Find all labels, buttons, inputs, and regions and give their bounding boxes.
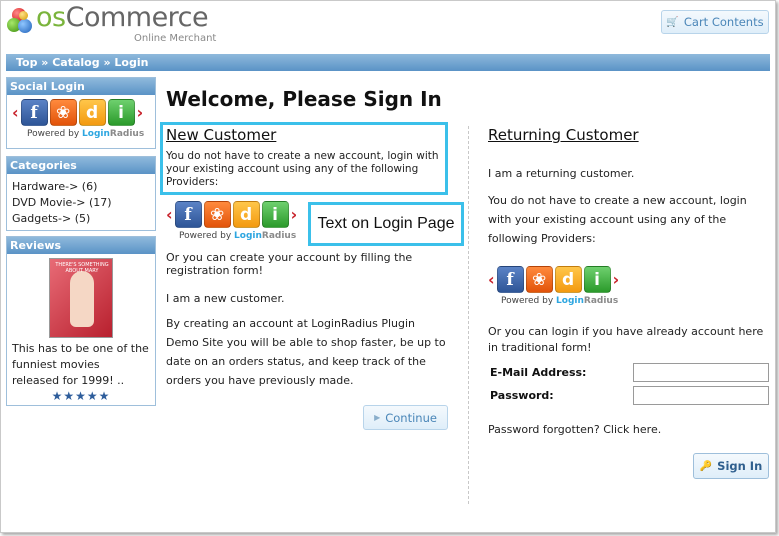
social-login-box: Social Login ‹ f ❀ d i › Powered by Logi… <box>6 77 156 149</box>
next-arrow-icon[interactable]: › <box>291 206 298 223</box>
continue-label: Continue <box>385 410 437 425</box>
categories-title: Categories <box>7 157 155 174</box>
new-customer-section: New Customer You do not have to create a… <box>166 126 456 390</box>
facebook-icon[interactable]: f <box>20 99 48 126</box>
review-image-text: THERE'S SOMETHING ABOUT MARY <box>55 262 109 274</box>
disqus-icon[interactable]: d <box>232 201 260 228</box>
traditional-login-text: Or you can login if you have already acc… <box>488 325 764 354</box>
account-benefits-text: By creating an account at LoginRadius Pl… <box>166 317 446 387</box>
cart-icon: 🛒 <box>666 16 679 28</box>
returning-customer-providers: ‹ f ❀ d i › <box>488 266 773 293</box>
reviews-title: Reviews <box>7 237 155 254</box>
review-text[interactable]: This has to be one of the funniest movie… <box>7 338 155 389</box>
breadcrumb[interactable]: Top » Catalog » Login <box>6 54 770 71</box>
next-arrow-icon[interactable]: › <box>137 104 144 121</box>
password-forgotten-link[interactable]: Password forgotten? Click here. <box>488 420 773 439</box>
create-account-text: Or you can create your account by fillin… <box>166 251 413 277</box>
facebook-icon[interactable]: f <box>174 201 202 228</box>
password-field[interactable] <box>633 386 769 405</box>
disqus-icon[interactable]: d <box>78 99 106 126</box>
password-label: Password: <box>490 389 554 402</box>
play-icon: ▶ <box>374 413 381 422</box>
powered-by: Powered by LoginRadius <box>501 296 619 306</box>
sign-in-button[interactable]: 🔑 Sign In <box>693 453 769 479</box>
category-link-hardware[interactable]: Hardware-> (6) <box>12 179 150 195</box>
new-customer-providers: ‹ f ❀ d i › <box>166 201 456 228</box>
returning-customer-section: Returning Customer I am a returning cust… <box>488 126 773 439</box>
key-icon: 🔑 <box>699 460 713 472</box>
categories-box: Categories Hardware-> (6) DVD Movie-> (1… <box>6 156 156 231</box>
prev-arrow-icon[interactable]: ‹ <box>12 104 19 121</box>
review-product-image[interactable]: THERE'S SOMETHING ABOUT MARY <box>49 258 113 338</box>
cart-contents-button[interactable]: 🛒 Cart Contents <box>661 10 769 34</box>
returning-providers-text: You do not have to create a new account,… <box>488 194 747 245</box>
prev-arrow-icon[interactable]: ‹ <box>488 271 495 288</box>
openid-icon[interactable]: i <box>583 266 611 293</box>
page-frame: osCommerce Online Merchant 🛒 Cart Conten… <box>0 0 776 533</box>
social-login-title: Social Login <box>7 78 155 95</box>
categories-list: Hardware-> (6) DVD Movie-> (17) Gadgets-… <box>7 174 155 232</box>
new-customer-text: I am a new customer. <box>166 292 285 305</box>
next-arrow-icon[interactable]: › <box>613 271 620 288</box>
blogger-icon[interactable]: ❀ <box>203 201 231 228</box>
logo-balls-icon <box>7 8 35 36</box>
reviews-box: Reviews THERE'S SOMETHING ABOUT MARY Thi… <box>6 236 156 406</box>
openid-icon[interactable]: i <box>261 201 289 228</box>
email-row: E-Mail Address: <box>488 363 773 382</box>
blogger-icon[interactable]: ❀ <box>525 266 553 293</box>
new-customer-intro: You do not have to create a new account,… <box>166 150 439 188</box>
category-link-dvd-movie[interactable]: DVD Movie-> (17) <box>12 195 150 211</box>
disqus-icon[interactable]: d <box>554 266 582 293</box>
loginradius-brand[interactable]: LoginRadius <box>234 231 296 241</box>
sign-in-label: Sign In <box>717 459 763 473</box>
social-providers: ‹ f ❀ d i › <box>12 99 150 126</box>
column-divider <box>468 126 469 504</box>
logo-tagline: Online Merchant <box>134 33 217 44</box>
returning-customer-text: I am a returning customer. <box>488 167 635 180</box>
email-label: E-Mail Address: <box>490 366 587 379</box>
oscommerce-logo[interactable]: osCommerce Online Merchant <box>7 2 217 46</box>
password-row: Password: <box>488 386 773 405</box>
powered-by: Powered by LoginRadius <box>179 231 297 241</box>
new-customer-heading: New Customer <box>166 126 277 144</box>
returning-customer-heading: Returning Customer <box>488 126 639 144</box>
email-field[interactable] <box>633 363 769 382</box>
continue-button[interactable]: ▶ Continue <box>363 405 448 430</box>
page-title: Welcome, Please Sign In <box>166 87 442 111</box>
loginradius-brand[interactable]: LoginRadius <box>556 296 618 306</box>
openid-icon[interactable]: i <box>107 99 135 126</box>
review-stars: ★★★★★ <box>51 389 111 403</box>
blogger-icon[interactable]: ❀ <box>49 99 77 126</box>
prev-arrow-icon[interactable]: ‹ <box>166 206 173 223</box>
facebook-icon[interactable]: f <box>496 266 524 293</box>
logo-name: osCommerce <box>36 2 209 33</box>
loginradius-brand[interactable]: LoginRadius <box>82 129 144 139</box>
category-link-gadgets[interactable]: Gadgets-> (5) <box>12 211 150 227</box>
cart-contents-label: Cart Contents <box>683 15 764 29</box>
powered-by: Powered by LoginRadius <box>27 129 145 139</box>
